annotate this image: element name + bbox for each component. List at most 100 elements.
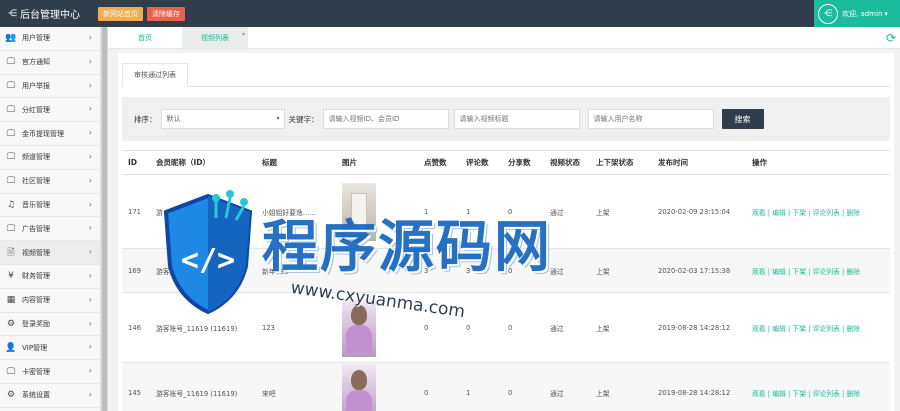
sidebar-item-label: 官方通知 bbox=[22, 58, 50, 67]
sidebar-item-14[interactable]: 🖵 卡密管理 › bbox=[0, 360, 100, 384]
subtab-bar: 审核通过列表 bbox=[122, 63, 890, 87]
cell-title: 123 bbox=[262, 323, 275, 332]
cell-time: 2019-08-28 14:28:12 bbox=[658, 388, 731, 397]
chevron-right-icon: › bbox=[88, 151, 92, 161]
sidebar-item-12[interactable]: ⚙ 登录奖励 › bbox=[0, 313, 100, 337]
table-body: 171 游小姐姐好要逸...... 1 1 0 通过 上架 2020-02-09 23:15:… bbox=[122, 175, 890, 411]
video-thumbnail[interactable] bbox=[342, 298, 376, 357]
file-icon: 🗎 bbox=[7, 247, 15, 258]
sidebar-item-label: 用户管理 bbox=[22, 34, 50, 43]
sidebar-item-label: 系统设置 bbox=[22, 391, 50, 400]
chevron-right-icon: › bbox=[88, 80, 92, 90]
cell-member: 游客账号_11619 (11619) bbox=[156, 267, 238, 276]
sidebar-item-11[interactable]: ▦ 内容管理 › bbox=[0, 289, 100, 313]
cell-shelf: 上架 bbox=[596, 208, 610, 217]
chevron-right-icon: › bbox=[88, 270, 92, 280]
sort-value: 默认 bbox=[166, 115, 181, 123]
username-input[interactable] bbox=[587, 109, 714, 129]
video-thumbnail[interactable] bbox=[342, 363, 376, 411]
sidebar-item-2[interactable]: 🖵 用户举报 › bbox=[0, 75, 100, 99]
clear-cache-button[interactable]: 清除缓存 bbox=[147, 6, 185, 21]
row-actions[interactable]: 观看 | 编辑 | 下架 | 评论列表 | 删除 bbox=[746, 266, 890, 276]
sidebar-item-label: 频道管理 bbox=[22, 153, 50, 162]
chevron-right-icon: › bbox=[88, 199, 92, 209]
sort-label: 排序： bbox=[134, 114, 157, 124]
site-home-button[interactable]: 新网站首页 bbox=[98, 6, 143, 21]
subtab-approved-list[interactable]: 审核通过列表 bbox=[122, 63, 188, 87]
chevron-right-icon: › bbox=[88, 389, 92, 399]
cell-title: 来吧 bbox=[262, 389, 276, 398]
user-greeting: 欢迎, admin bbox=[842, 9, 883, 18]
monitor-icon: 🖵 bbox=[6, 104, 16, 115]
tab-home[interactable]: 首页 bbox=[108, 27, 182, 49]
cell-status: 通过 bbox=[550, 208, 564, 217]
sidebar-item-label: 社区管理 bbox=[22, 177, 50, 186]
page-tabs: 首页 视频列表 ▾ ⟳ bbox=[108, 26, 900, 49]
chevron-right-icon: › bbox=[88, 223, 92, 233]
sidebar-item-1[interactable]: 🖵 官方通知 › bbox=[0, 51, 100, 75]
video-title-input[interactable] bbox=[453, 109, 580, 129]
chevron-right-icon: › bbox=[88, 318, 92, 328]
chevron-right-icon: › bbox=[88, 104, 92, 114]
sidebar-item-7[interactable]: ♫ 音乐管理 › bbox=[0, 194, 100, 218]
sidebar-scrollbar-thumb[interactable] bbox=[102, 27, 107, 411]
top-bar: ⋲ 后台管理中心 新网站首页 清除缓存 ⋲ 欢迎, admin ▾ bbox=[0, 0, 900, 27]
cell-likes: 0 bbox=[424, 323, 429, 332]
sort-select[interactable]: 默认 ▾ bbox=[160, 109, 285, 129]
cell-comments: 1 bbox=[466, 388, 471, 397]
column-header: 评论数 bbox=[466, 158, 489, 167]
sidebar-item-label: 用户举报 bbox=[22, 81, 50, 90]
chevron-right-icon: › bbox=[88, 342, 92, 352]
sidebar-item-0[interactable]: 👥 用户管理 › bbox=[0, 27, 100, 51]
cell-id: 146 bbox=[128, 323, 141, 332]
row-actions[interactable]: 观看 | 编辑 | 下架 | 评论列表 | 删除 bbox=[746, 207, 890, 217]
sidebar-item-label: 金币提现管理 bbox=[22, 129, 64, 138]
cell-time: 2019-08-28 14:28:12 bbox=[658, 323, 731, 332]
sidebar-item-8[interactable]: 🖵 广告管理 › bbox=[0, 217, 100, 242]
tab-video-list[interactable]: 视频列表 ▾ bbox=[182, 26, 248, 49]
column-header: 点赞数 bbox=[424, 158, 447, 167]
table-row: 169 游客账号_11619 (11619) 新年139 3 3 0 通过 上架 2020-02… bbox=[122, 249, 890, 293]
cell-image bbox=[336, 182, 418, 241]
column-header: 图片 bbox=[342, 158, 357, 167]
column-header: 标题 bbox=[262, 158, 277, 167]
row-actions[interactable]: 观看 | 编辑 | 下架 | 评论列表 | 删除 bbox=[746, 323, 890, 333]
sidebar-item-3[interactable]: 🖵 分红管理 › bbox=[0, 98, 100, 123]
sidebar-item-label: 视频管理 bbox=[22, 248, 50, 257]
cell-shelf: 上架 bbox=[596, 324, 610, 333]
sidebar-item-15[interactable]: ⚙ 系统设置 › bbox=[0, 384, 100, 408]
chevron-right-icon: › bbox=[88, 175, 92, 185]
sidebar-item-13[interactable]: 👤 VIP管理 › bbox=[0, 336, 100, 361]
cell-likes: 0 bbox=[424, 388, 429, 397]
chevron-right-icon: › bbox=[88, 128, 92, 138]
column-header: 发布时间 bbox=[658, 158, 688, 167]
user-menu[interactable]: ⋲ 欢迎, admin ▾ bbox=[814, 0, 900, 27]
sidebar-item-9[interactable]: 🗎 视频管理 › bbox=[0, 241, 100, 265]
cell-comments: 0 bbox=[466, 323, 471, 332]
brand[interactable]: ⋲ 后台管理中心 bbox=[0, 0, 104, 27]
monitor-icon: 🖵 bbox=[6, 176, 16, 187]
tab-video-list-label: 视频列表 bbox=[201, 33, 229, 42]
cell-member: 游 bbox=[156, 208, 163, 217]
tab-menu-icon[interactable]: ▾ bbox=[242, 31, 245, 38]
search-button[interactable]: 搜索 bbox=[721, 109, 764, 129]
cell-comments: 1 bbox=[466, 207, 471, 216]
sidebar-item-10[interactable]: ¥ 财务管理 › bbox=[0, 265, 100, 289]
cell-id: 145 bbox=[128, 388, 141, 397]
grid-icon: ▦ bbox=[6, 295, 16, 306]
sidebar-item-4[interactable]: 🖵 金币提现管理 › bbox=[0, 122, 100, 146]
cell-shelf: 上架 bbox=[596, 267, 610, 276]
cell-shelf: 上架 bbox=[596, 389, 610, 398]
video-thumbnail[interactable] bbox=[342, 182, 376, 241]
cell-likes: 1 bbox=[424, 207, 429, 216]
cell-time: 2020-02-03 17:15:38 bbox=[658, 266, 731, 275]
video-member-id-input[interactable] bbox=[322, 109, 449, 129]
cell-id: 171 bbox=[128, 207, 141, 216]
row-actions[interactable]: 观看 | 编辑 | 下架 | 评论列表 | 删除 bbox=[746, 388, 890, 398]
column-header: ID bbox=[128, 158, 138, 167]
cell-shares: 0 bbox=[508, 388, 513, 397]
chevron-down-icon: ▾ bbox=[276, 115, 280, 122]
refresh-icon[interactable]: ⟳ bbox=[886, 31, 896, 45]
sidebar-item-6[interactable]: 🖵 社区管理 › bbox=[0, 170, 100, 194]
sidebar-item-5[interactable]: 🖵 频道管理 › bbox=[0, 146, 100, 170]
